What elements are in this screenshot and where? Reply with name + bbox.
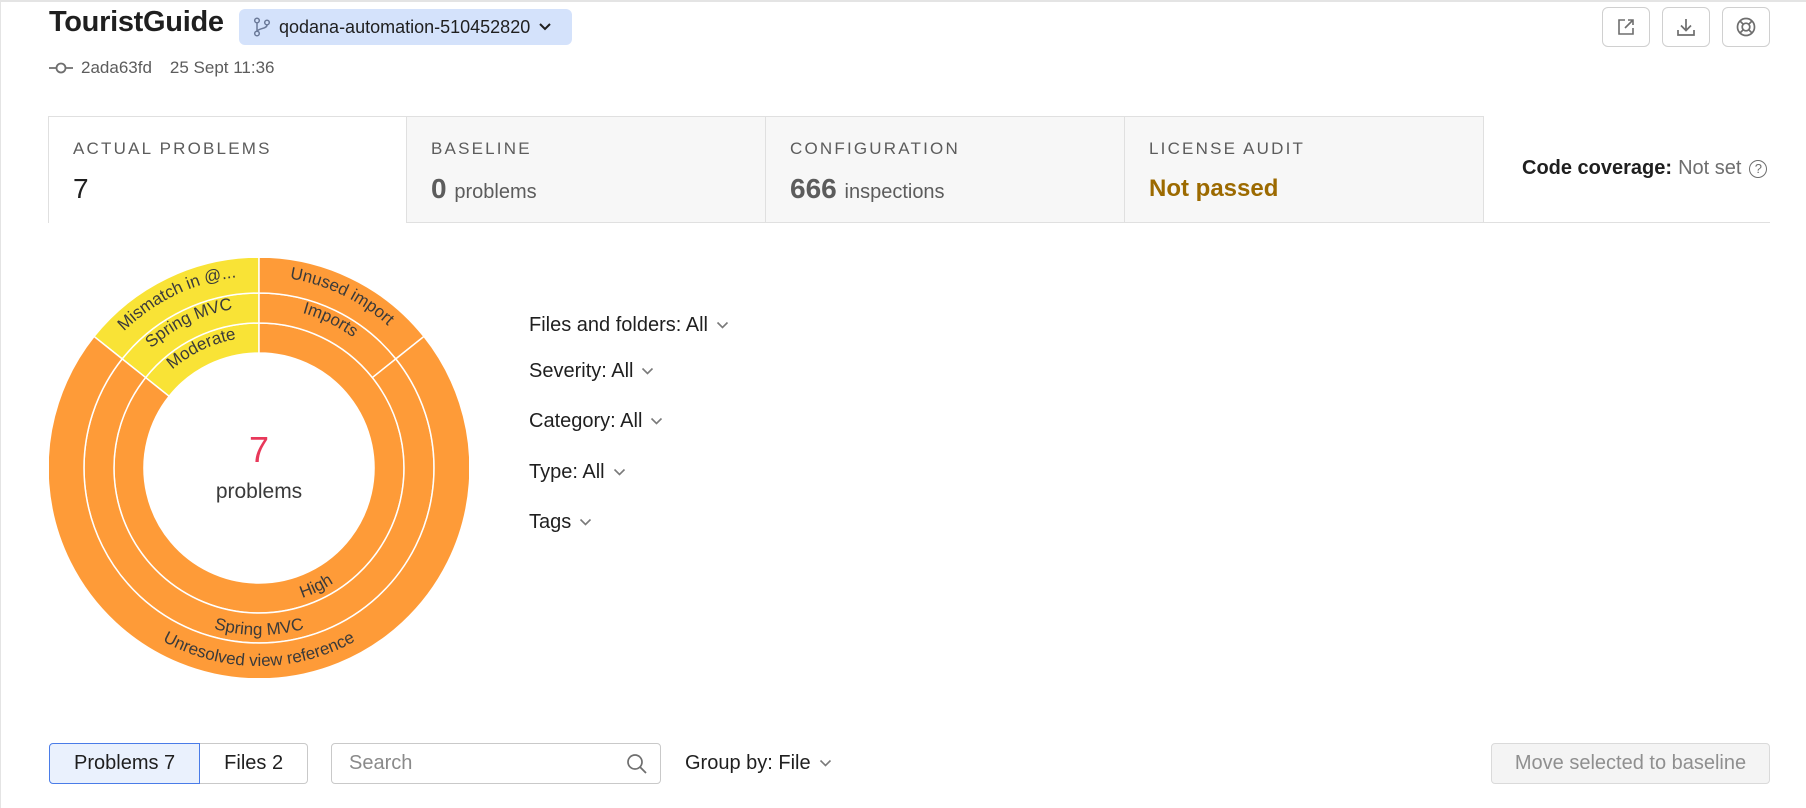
move-to-baseline-button[interactable]: Move selected to baseline [1491,743,1770,784]
group-by-dropdown[interactable]: Group by: File [685,752,832,775]
tab-unit: inspections [844,181,945,203]
code-coverage: Code coverage: Not set ? [1522,157,1768,180]
tab-problems[interactable]: Problems 7 [49,743,201,784]
tab-configuration[interactable]: CONFIGURATION 666 inspections [766,116,1125,223]
filter-label: Files and folders: All [529,314,708,336]
problems-sunburst: 7 problems ModerateHighSpring MVC Imports… [49,258,469,678]
tab-actual-problems[interactable]: ACTUAL PROBLEMS 7 [48,116,407,223]
summary-tabs: ACTUAL PROBLEMS 7 BASELINE 0 problems CO… [48,116,1484,223]
license-status: Not passed [1149,175,1279,202]
tab-value: 0 [431,173,447,204]
tabs-divider [1484,222,1770,223]
commit-info: 2ada63fd 25 Sept 11:36 [49,58,275,78]
chevron-down-icon [539,23,551,31]
chevron-down-icon [819,759,831,767]
search-input[interactable] [347,751,626,776]
filter-label: Severity: All [529,360,634,382]
tab-license-audit[interactable]: LICENSE AUDIT Not passed [1125,116,1484,223]
tags-filter[interactable]: Tags [529,511,592,534]
type-filter[interactable]: Type: All [529,461,626,484]
tab-label: ACTUAL PROBLEMS [73,139,272,158]
tab-value: 666 [790,173,837,204]
branch-icon [253,17,271,37]
tab-baseline[interactable]: BASELINE 0 problems [407,116,766,223]
chevron-down-icon [613,468,625,476]
category-filter[interactable]: Category: All [529,410,663,433]
search-icon[interactable] [626,753,648,775]
project-title: TouristGuide [49,6,224,38]
chevron-down-icon [642,367,654,375]
tab-label: LICENSE AUDIT [1149,139,1306,158]
severity-filter[interactable]: Severity: All [529,360,654,383]
files-folders-filter[interactable]: Files and folders: All [529,314,729,337]
tab-label: BASELINE [431,139,532,158]
download-icon [1677,19,1695,36]
help-circle-icon[interactable]: ? [1749,159,1768,178]
help-button[interactable] [1722,7,1770,47]
filter-label: Category: All [529,410,643,432]
commit-date: 25 Sept 11:36 [169,58,275,77]
tab-label: CONFIGURATION [790,139,960,158]
branch-selector[interactable]: qodana-automation-510452820 [239,9,573,45]
problems-count: 7 [249,429,269,470]
help-lifebuoy-icon [1736,17,1756,37]
search-box [331,743,661,784]
left-border [0,0,1,808]
view-toggle: Problems 7 Files 2 [49,743,309,784]
open-external-icon [1618,19,1634,35]
commit-hash: 2ada63fd [81,58,152,77]
tab-value: 7 [73,173,89,204]
top-border [0,0,1806,2]
chevron-down-icon [580,518,592,526]
tab-unit: problems [454,181,537,203]
group-by-label: Group by: File [685,752,811,774]
problems-label: problems [216,480,302,503]
coverage-value: Not set [1678,157,1742,179]
download-button[interactable] [1662,7,1710,47]
branch-name: qodana-automation-510452820 [279,16,531,37]
coverage-label: Code coverage: [1522,157,1673,179]
chevron-down-icon [716,321,729,329]
filter-label: Tags [529,511,572,533]
tab-files[interactable]: Files 2 [200,743,309,784]
open-external-button[interactable] [1602,7,1650,47]
chevron-down-icon [651,417,663,425]
commit-icon [49,62,73,74]
filter-label: Type: All [529,461,605,483]
